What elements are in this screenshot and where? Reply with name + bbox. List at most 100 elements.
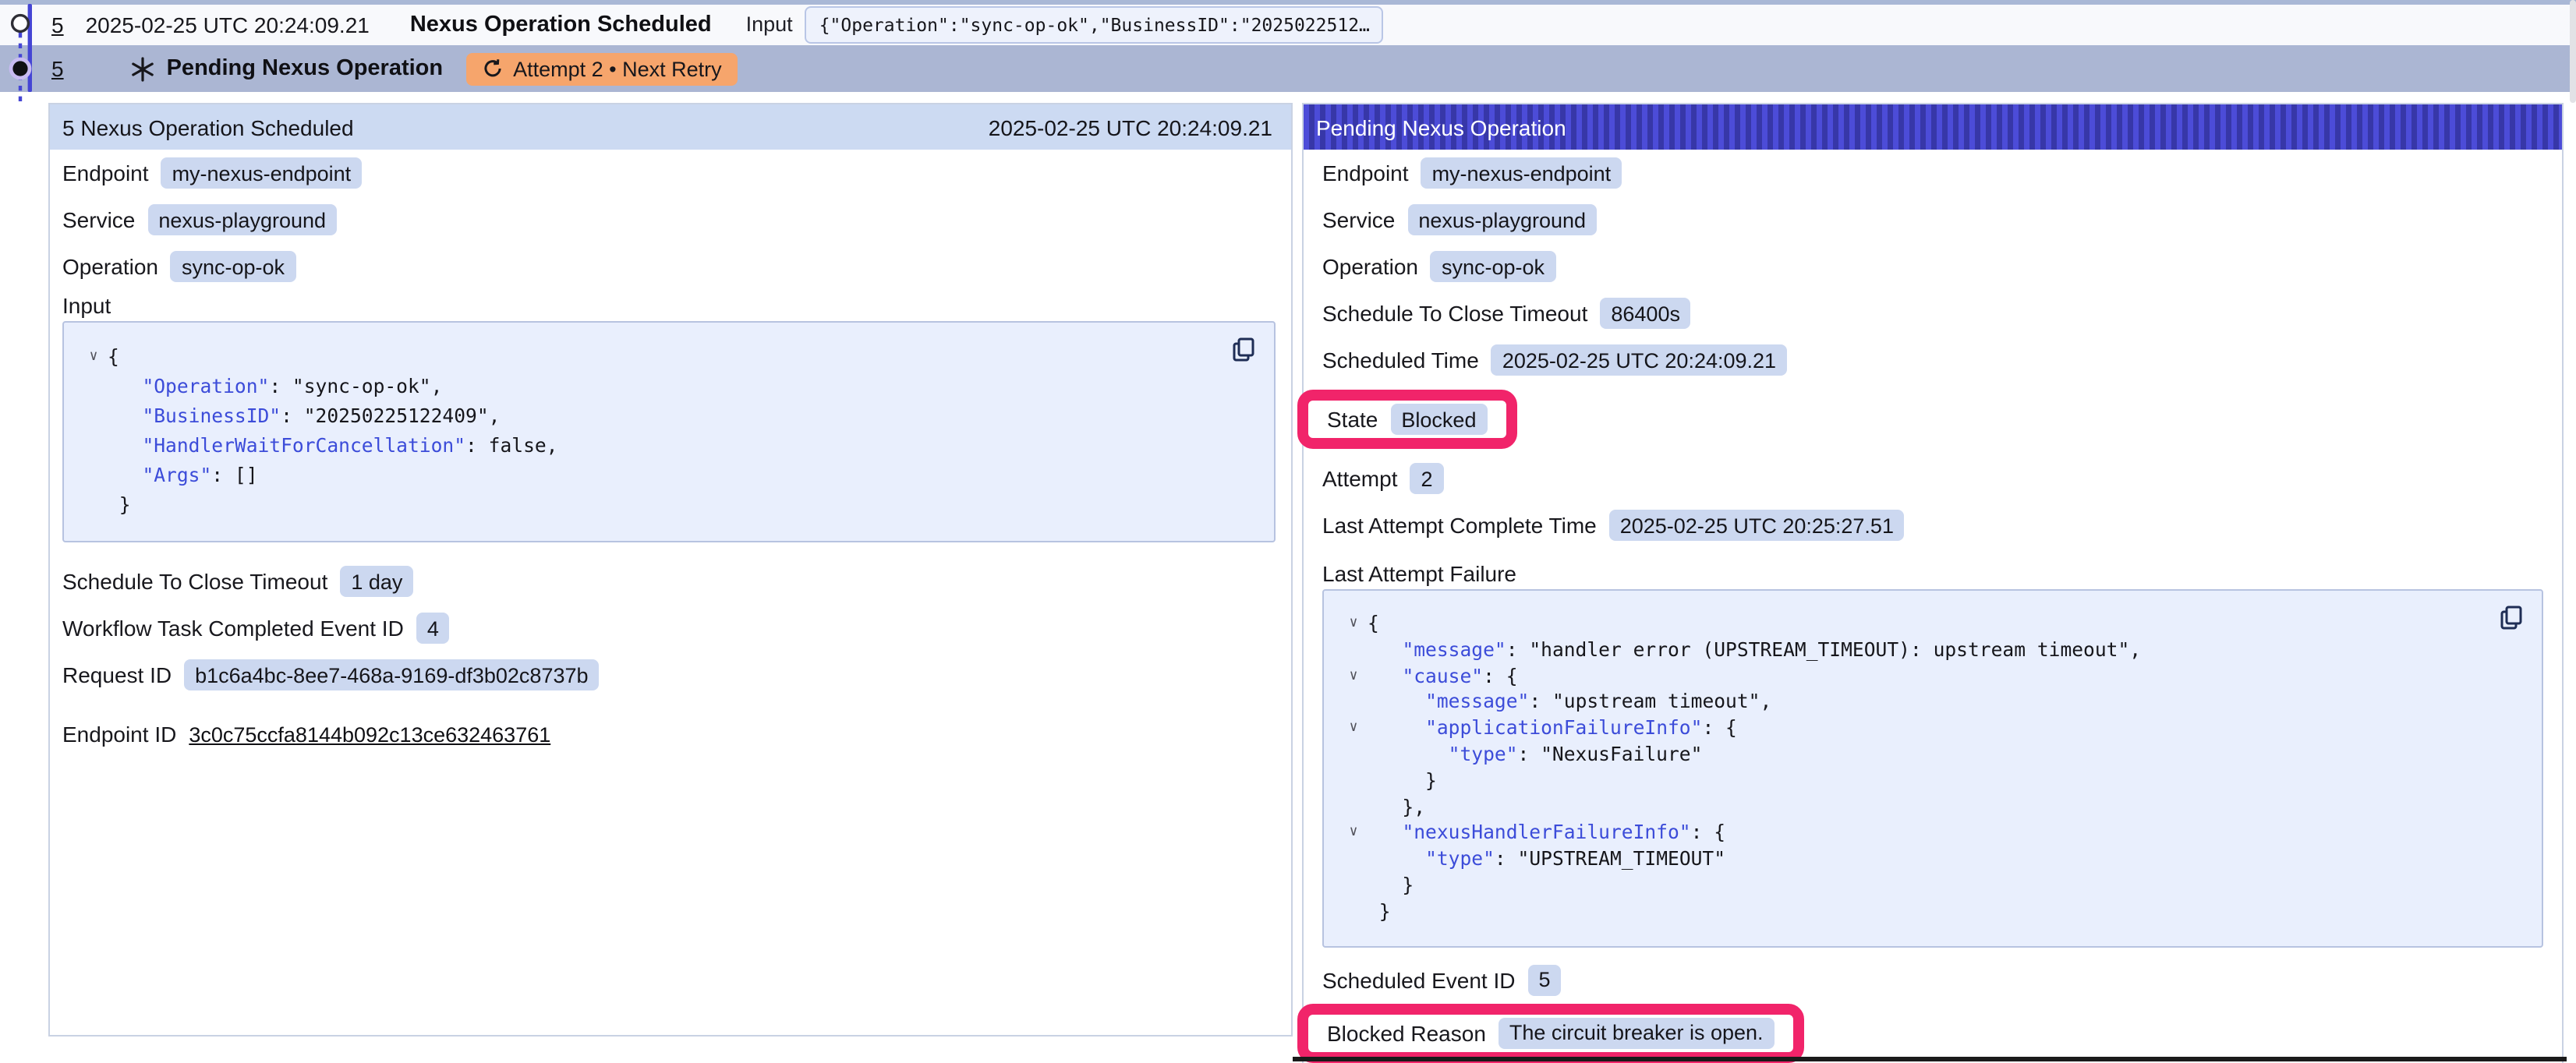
field-label: Schedule To Close Timeout: [1322, 301, 1587, 326]
failure-section-label: Last Attempt Failure: [1322, 558, 2543, 589]
field-value-chip: 86400s: [1600, 298, 1691, 329]
blocked-reason-chip: The circuit breaker is open.: [1499, 1017, 1775, 1048]
panel-title: 5 Nexus Operation Scheduled: [62, 115, 354, 139]
field-value-chip: nexus-playground: [147, 204, 337, 235]
json-line: }: [1339, 873, 2526, 899]
copy-icon[interactable]: [2498, 605, 2523, 630]
event-timestamp: 2025-02-25 UTC 20:24:09.21: [86, 12, 370, 37]
scheduled-panel-header: 5 Nexus Operation Scheduled 2025-02-25 U…: [50, 104, 1291, 150]
failure-json-viewer: ∨{ "message": "handler error (UPSTREAM_T…: [1322, 589, 2543, 947]
field-row-service: Service nexus-playground: [1322, 196, 2543, 243]
pending-operation-panel: Pending Nexus Operation Endpoint my-nexu…: [1302, 103, 2564, 1063]
field-label: Endpoint ID: [62, 722, 176, 747]
event-title: Pending Nexus Operation: [167, 56, 444, 81]
field-label: Scheduled Event ID: [1322, 967, 1516, 992]
field-label: Service: [1322, 207, 1395, 232]
retry-icon: [482, 58, 504, 79]
timeline-filled-dot[interactable]: [12, 61, 27, 76]
json-line: "type": "UPSTREAM_TIMEOUT": [1339, 846, 2526, 873]
chevron-collapse-icon[interactable]: ∨: [1339, 663, 1368, 690]
field-row-schedule-to-close: Schedule To Close Timeout 86400s: [1322, 290, 2543, 337]
field-label: State: [1327, 407, 1378, 432]
field-row-operation: Operation sync-op-ok: [62, 243, 1276, 290]
field-value-chip: 4: [416, 613, 450, 644]
timeline-open-dot[interactable]: [12, 16, 29, 32]
panel-timestamp: 2025-02-25 UTC 20:24:09.21: [989, 115, 1272, 139]
chevron-collapse-icon[interactable]: ∨: [1339, 821, 1368, 847]
field-value-chip: 1 day: [340, 566, 413, 597]
field-row-wft-completed-id: Workflow Task Completed Event ID 4: [62, 605, 1276, 652]
field-label: Request ID: [62, 662, 172, 687]
field-value-chip: 2025-02-25 UTC 20:25:27.51: [1609, 510, 1905, 541]
field-row-schedule-to-close: Schedule To Close Timeout 1 day: [62, 558, 1276, 605]
field-label: Endpoint: [1322, 161, 1409, 185]
json-line: "BusinessID": "20250225122409",: [80, 402, 1258, 432]
json-line: "Args": []: [80, 461, 1258, 491]
field-row-last-attempt-complete: Last Attempt Complete Time 2025-02-25 UT…: [1322, 502, 2543, 549]
json-line: ∨{: [80, 343, 1258, 373]
field-row-endpoint: Endpoint my-nexus-endpoint: [1322, 150, 2543, 196]
pending-panel-header: Pending Nexus Operation: [1304, 104, 2562, 150]
blocked-reason-annotation-box: Blocked Reason The circuit breaker is op…: [1297, 1003, 1804, 1062]
field-label: Blocked Reason: [1327, 1020, 1486, 1045]
json-line: }: [1339, 899, 2526, 926]
json-line: ∨{: [1339, 611, 2526, 637]
attempt-retry-badge: Attempt 2 • Next Retry: [466, 52, 738, 85]
field-row-service: Service nexus-playground: [62, 196, 1276, 243]
json-line: }: [1339, 768, 2526, 795]
chevron-collapse-icon[interactable]: ∨: [1339, 611, 1368, 637]
json-line: ∨ "nexusHandlerFailureInfo": {: [1339, 821, 2526, 847]
field-row-request-id: Request ID b1c6a4bc-8ee7-468a-9169-df3b0…: [62, 652, 1276, 698]
event-id-link[interactable]: 5: [51, 12, 64, 37]
field-value-chip: 2025-02-25 UTC 20:24:09.21: [1491, 344, 1787, 376]
event-row-scheduled[interactable]: 5 2025-02-25 UTC 20:24:09.21 Nexus Opera…: [0, 4, 2570, 45]
field-row-endpoint-id: Endpoint ID 3c0c75ccfa8144b092c13ce63246…: [62, 711, 1276, 758]
field-value-chip: my-nexus-endpoint: [161, 157, 363, 189]
field-row-operation: Operation sync-op-ok: [1322, 243, 2543, 290]
json-line: "message": "handler error (UPSTREAM_TIME…: [1339, 637, 2526, 664]
field-value-chip: sync-op-ok: [171, 251, 295, 282]
field-row-endpoint: Endpoint my-nexus-endpoint: [62, 150, 1276, 196]
copy-icon[interactable]: [1230, 337, 1255, 362]
field-label: Operation: [1322, 254, 1418, 279]
selected-range-bar: [28, 4, 32, 92]
asterisk-icon: [129, 55, 156, 82]
event-id-link[interactable]: 5: [51, 56, 64, 81]
field-value-chip: my-nexus-endpoint: [1421, 157, 1622, 189]
vertical-scrollbar[interactable]: [2569, 0, 2575, 103]
input-label: Input: [746, 13, 793, 37]
json-line: "type": "NexusFailure": [1339, 742, 2526, 768]
field-label: Workflow Task Completed Event ID: [62, 616, 404, 641]
chevron-collapse-icon[interactable]: ∨: [80, 343, 108, 373]
event-history-view: 5 2025-02-25 UTC 20:24:09.21 Nexus Opera…: [0, 0, 2576, 1063]
state-value-chip: Blocked: [1390, 404, 1487, 435]
panel-title: Pending Nexus Operation: [1316, 115, 1566, 139]
scheduled-event-panel: 5 Nexus Operation Scheduled 2025-02-25 U…: [48, 103, 1293, 1037]
field-value-chip: sync-op-ok: [1431, 251, 1555, 282]
field-label: Service: [62, 207, 135, 232]
field-label: Schedule To Close Timeout: [62, 569, 327, 594]
json-line: },: [1339, 794, 2526, 821]
field-row-scheduled-event-id: Scheduled Event ID 5: [1322, 959, 2543, 1000]
field-label: Operation: [62, 254, 158, 279]
event-row-pending[interactable]: 5 Pending Nexus Operation Attempt 2 • Ne…: [0, 45, 2570, 92]
field-value-chip: nexus-playground: [1407, 204, 1597, 235]
json-line: }: [80, 491, 1258, 521]
field-label: Attempt: [1322, 466, 1398, 491]
endpoint-id-link[interactable]: 3c0c75ccfa8144b092c13ce632463761: [189, 722, 550, 746]
json-line: ∨ "cause": {: [1339, 663, 2526, 690]
field-value-chip: b1c6a4bc-8ee7-468a-9169-df3b02c8737b: [184, 659, 599, 690]
state-annotation-box: State Blocked: [1297, 390, 1516, 449]
json-line: "message": "upstream timeout",: [1339, 690, 2526, 716]
field-row-scheduled-time: Scheduled Time 2025-02-25 UTC 20:24:09.2…: [1322, 337, 2543, 383]
field-label: Last Attempt Complete Time: [1322, 513, 1597, 538]
field-label: Scheduled Time: [1322, 348, 1479, 373]
json-line: "HandlerWaitForCancellation": false,: [80, 432, 1258, 461]
field-value-chip: 5: [1528, 964, 1562, 995]
input-section-label: Input: [62, 290, 1276, 321]
field-value-chip: 2: [1410, 463, 1444, 494]
chevron-collapse-icon[interactable]: ∨: [1339, 715, 1368, 742]
input-preview-chip: {"Operation":"sync-op-ok","BusinessID":"…: [805, 6, 1384, 44]
event-title: Nexus Operation Scheduled: [410, 12, 712, 37]
field-row-attempt: Attempt 2: [1322, 455, 2543, 502]
